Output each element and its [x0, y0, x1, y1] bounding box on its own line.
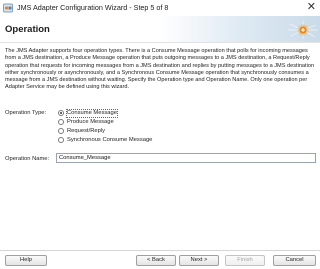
operation-type-label: Operation Type: — [5, 110, 47, 116]
step-banner: Operation — [0, 16, 320, 43]
radio-label[interactable]: Produce Message — [67, 119, 114, 126]
finish-button[interactable]: Finish — [225, 255, 265, 266]
back-button[interactable]: < Back — [136, 255, 176, 266]
footer-divider — [0, 250, 320, 251]
operation-name-label: Operation Name: — [5, 156, 50, 162]
radio-button[interactable] — [58, 119, 64, 125]
radio-label[interactable]: Request/Reply — [67, 128, 105, 135]
close-icon[interactable]: ✕ — [307, 1, 316, 13]
next-button[interactable]: Next > — [179, 255, 219, 266]
radio-button[interactable] — [58, 128, 64, 134]
radio-label[interactable]: Synchronous Consume Message — [67, 137, 152, 144]
step-description: The JMS Adapter supports four operation … — [5, 48, 315, 91]
title-bar: JMS Adapter Configuration Wizard - Step … — [0, 0, 320, 16]
radio-button[interactable] — [58, 137, 64, 143]
radio-label[interactable]: Consume Message — [65, 108, 119, 118]
oracle-star-logo-icon — [288, 21, 318, 39]
cancel-button[interactable]: Cancel — [273, 255, 316, 266]
operation-name-input[interactable] — [56, 153, 316, 163]
wizard-window: JMS Adapter Configuration Wizard - Step … — [0, 0, 320, 269]
step-title: Operation — [5, 24, 50, 35]
help-button[interactable]: Help — [5, 255, 47, 266]
radio-button-selected[interactable] — [58, 110, 64, 116]
window-title: JMS Adapter Configuration Wizard - Step … — [17, 3, 169, 12]
adapter-icon — [3, 3, 13, 13]
